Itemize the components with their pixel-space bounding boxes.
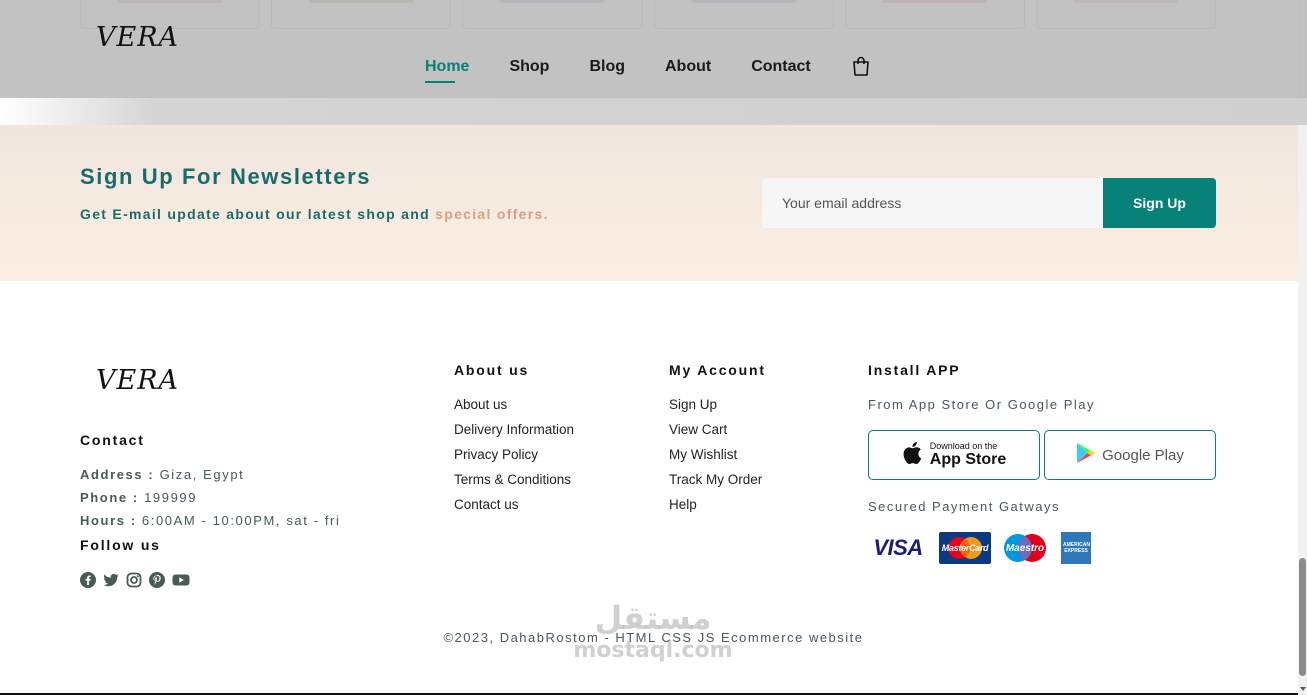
account-heading: My Account [669, 362, 766, 378]
phone-line: Phone : 199999 [80, 490, 197, 505]
account-links: Sign Up View Cart My Wishlist Track My O… [669, 396, 762, 521]
site-header: VERA Home Shop Blog About Contact [0, 0, 1307, 98]
hours-label: Hours : [80, 513, 137, 528]
facebook-icon[interactable] [80, 572, 96, 588]
newsletter-subtitle: Get E-mail update about our latest shop … [80, 206, 549, 222]
main-nav: Home Shop Blog About Contact [425, 56, 870, 83]
maestro-logo: Maestro [999, 532, 1051, 564]
newsletter-form: Sign Up [762, 178, 1216, 228]
mastercard-text: MasterCard [941, 543, 989, 553]
footer-logo[interactable]: VERA [96, 365, 179, 396]
amex-text: AMERICAN EXPRESS [1063, 542, 1090, 554]
address-line: Address : Giza, Egypt [80, 467, 244, 482]
link-about-us[interactable]: About us [454, 396, 574, 413]
install-heading: Install APP [868, 362, 961, 378]
visa-logo: VISA [868, 532, 928, 564]
google-play-button[interactable]: Google Play [1044, 430, 1216, 480]
phone-value: 199999 [138, 490, 198, 505]
install-subtitle: From App Store Or Google Play [868, 397, 1096, 412]
address-label: Address : [80, 467, 155, 482]
visa-text: VISA [873, 535, 923, 560]
nav-contact[interactable]: Contact [751, 58, 811, 76]
hours-line: Hours : 6:00AM - 10:00PM, sat - fri [80, 513, 340, 528]
mastercard-logo: MasterCard [939, 532, 991, 564]
app-store-small-text: Download on the [929, 441, 998, 451]
address-value: Giza, Egypt [154, 467, 245, 482]
nav-shop[interactable]: Shop [509, 58, 549, 76]
link-track-order[interactable]: Track My Order [669, 471, 762, 488]
hours-value: 6:00AM - 10:00PM, sat - fri [136, 513, 341, 528]
apple-icon [902, 441, 922, 470]
app-store-button[interactable]: Download on the App Store [868, 430, 1040, 480]
twitter-icon[interactable] [103, 572, 119, 588]
about-links: About us Delivery Information Privacy Po… [454, 396, 574, 521]
link-contact-us[interactable]: Contact us [454, 496, 574, 513]
contact-heading: Contact [80, 432, 145, 448]
link-my-wishlist[interactable]: My Wishlist [669, 446, 762, 463]
newsletter-section: Sign Up For Newsletters Get E-mail updat… [0, 125, 1307, 281]
link-terms-conditions[interactable]: Terms & Conditions [454, 471, 574, 488]
scroll-down-arrow-icon[interactable] [1300, 687, 1306, 691]
google-play-label: Google Play [1102, 446, 1184, 464]
app-store-text: Download on the App Store [930, 442, 1006, 468]
scrollbar-thumb[interactable] [1299, 558, 1306, 676]
link-privacy-policy[interactable]: Privacy Policy [454, 446, 574, 463]
follow-heading: Follow us [80, 537, 161, 553]
nav-home[interactable]: Home [425, 58, 469, 83]
signup-button[interactable]: Sign Up [1103, 178, 1216, 228]
copyright-text: ©2023, DahabRostom - HTML CSS JS Ecommer… [443, 630, 864, 645]
youtube-icon[interactable] [172, 572, 190, 588]
payment-heading: Secured Payment Gatways [868, 499, 1061, 514]
nav-about[interactable]: About [665, 58, 711, 76]
app-store-label: App Store [929, 451, 1007, 468]
link-help[interactable]: Help [669, 496, 762, 513]
google-play-icon [1076, 442, 1096, 469]
email-input[interactable] [762, 178, 1103, 228]
newsletter-subtitle-text: Get E-mail update about our latest shop … [80, 206, 436, 222]
link-view-cart[interactable]: View Cart [669, 421, 762, 438]
header-shadow [0, 98, 1307, 125]
link-delivery-information[interactable]: Delivery Information [454, 421, 574, 438]
newsletter-title: Sign Up For Newsletters [80, 164, 372, 189]
instagram-icon[interactable] [126, 572, 142, 588]
pinterest-icon[interactable] [149, 572, 165, 588]
newsletter-subtitle-accent: special offers. [435, 206, 549, 222]
about-heading: About us [454, 362, 530, 378]
link-sign-up[interactable]: Sign Up [669, 396, 762, 413]
maestro-text: Maestro [1005, 542, 1045, 554]
bag-icon[interactable] [852, 56, 870, 76]
phone-label: Phone : [80, 490, 139, 505]
nav-blog[interactable]: Blog [589, 58, 625, 76]
social-icons [80, 572, 190, 588]
amex-logo: AMERICAN EXPRESS [1061, 532, 1091, 564]
header-logo[interactable]: VERA [96, 22, 179, 53]
